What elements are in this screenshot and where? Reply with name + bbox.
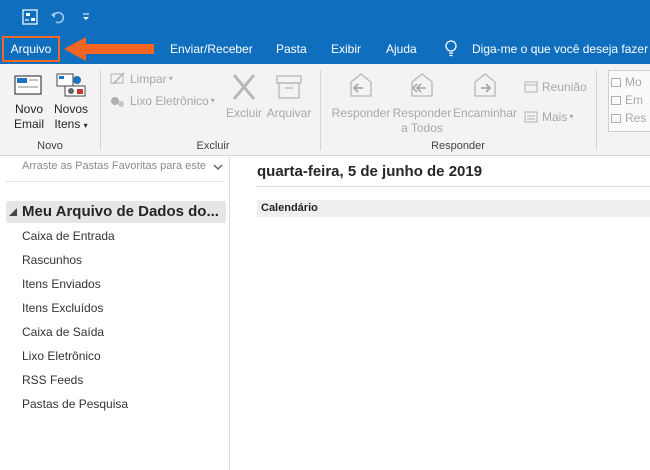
folder-search[interactable]: Pastas de Pesquisa	[22, 395, 128, 413]
reply-label: Responder	[331, 106, 391, 120]
tab-file[interactable]: Arquivo	[2, 36, 60, 62]
tab-send-receive[interactable]: Enviar/Receber	[170, 34, 253, 64]
folder-junk[interactable]: Lixo Eletrônico	[22, 347, 101, 365]
ribbon-divider	[320, 70, 321, 150]
tab-help[interactable]: Ajuda	[386, 34, 417, 64]
group-label-delete: Excluir	[196, 140, 230, 152]
delete-x-icon	[232, 74, 256, 100]
archive-icon	[276, 75, 302, 99]
new-items-icon	[56, 73, 86, 97]
ribbon-divider	[596, 70, 597, 150]
archive-label: Arquivar	[266, 106, 312, 120]
send-receive-all-icon[interactable]	[22, 8, 38, 26]
divider	[257, 186, 650, 187]
tell-me-search[interactable]: Diga-me o que você deseja fazer	[472, 34, 648, 64]
folder-outbox[interactable]: Caixa de Saída	[22, 323, 104, 341]
new-items-button[interactable]: Novos Itens ▾	[52, 72, 90, 133]
reply-all-icon	[411, 73, 433, 97]
lightbulb-icon	[445, 40, 457, 57]
quick-step-reply[interactable]: Res	[611, 109, 646, 127]
account-name: Meu Arquivo de Dados do...	[22, 203, 219, 220]
forward-label: Encaminhar	[452, 106, 518, 120]
clean-up-button[interactable]: Limpar ▾	[110, 70, 173, 88]
reply-all-button[interactable]: Responder a Todos	[392, 70, 452, 136]
undo-icon[interactable]	[50, 8, 66, 26]
folder-drafts[interactable]: Rascunhos	[22, 251, 82, 269]
ribbon: Novo Email Novos Itens ▾ Novo Limpar ▾ Li…	[0, 64, 650, 156]
new-email-button[interactable]: Novo Email	[8, 72, 50, 132]
account-folder-header[interactable]: Meu Arquivo de Dados do...	[6, 201, 226, 223]
forward-button[interactable]: Encaminhar	[452, 70, 518, 121]
more-icon	[524, 111, 538, 123]
tab-folder[interactable]: Pasta	[276, 34, 307, 64]
archive-button[interactable]: Arquivar	[264, 72, 314, 121]
folder-deleted[interactable]: Itens Excluídos	[22, 299, 103, 317]
quick-step-move[interactable]: Mo	[611, 73, 642, 91]
new-items-label-1: Novos	[53, 102, 88, 116]
tab-view[interactable]: Exibir	[331, 34, 361, 64]
folder-sent[interactable]: Itens Enviados	[22, 275, 101, 293]
delete-label: Excluir	[225, 106, 262, 120]
reply-all-label-2: a Todos	[401, 121, 443, 135]
orange-arrow-annotation	[64, 37, 154, 61]
ribbon-divider	[100, 70, 101, 150]
clean-up-icon	[110, 72, 125, 85]
reply-all-label-1: Responder	[392, 106, 452, 120]
date-heading: quarta-feira, 5 de junho de 2019	[257, 163, 483, 180]
quick-steps-gallery[interactable]: Mo Em Res	[608, 70, 650, 132]
folder-inbox[interactable]: Caixa de Entrada	[22, 227, 115, 245]
collapse-triangle-icon[interactable]	[8, 207, 18, 217]
calendar-peek-pane: quarta-feira, 5 de junho de 2019 Calendá…	[231, 157, 650, 470]
calendar-header[interactable]: Calendário	[257, 200, 650, 217]
navigation-pane: Arraste as Pastas Favoritas para este Me…	[0, 157, 230, 470]
calendar-label: Calendário	[261, 202, 318, 214]
group-label-new: Novo	[37, 140, 63, 152]
customize-quick-access-icon[interactable]	[80, 8, 92, 26]
new-email-label-1: Novo	[14, 102, 43, 116]
more-respond-button[interactable]: Mais ▾	[524, 108, 573, 126]
new-items-label-2: Itens ▾	[54, 117, 88, 131]
favorites-hint: Arraste as Pastas Favoritas para este	[22, 160, 207, 172]
new-email-label-2: Email	[13, 117, 44, 131]
junk-button[interactable]: Lixo Eletrônico ▾	[110, 92, 215, 110]
quick-step-email[interactable]: Em	[611, 91, 643, 109]
reply-button[interactable]: Responder	[330, 70, 392, 121]
junk-icon	[111, 97, 124, 107]
group-label-respond: Responder	[431, 140, 485, 152]
meeting-icon	[524, 81, 538, 93]
divider	[6, 181, 224, 182]
meeting-button[interactable]: Reunião	[524, 78, 587, 96]
reply-icon	[350, 73, 372, 97]
chevron-down-icon[interactable]	[212, 160, 224, 174]
title-bar	[0, 0, 650, 34]
new-email-icon	[14, 75, 42, 95]
forward-icon	[474, 73, 496, 97]
folder-rss[interactable]: RSS Feeds	[22, 371, 83, 389]
delete-button[interactable]: Excluir	[224, 72, 264, 121]
